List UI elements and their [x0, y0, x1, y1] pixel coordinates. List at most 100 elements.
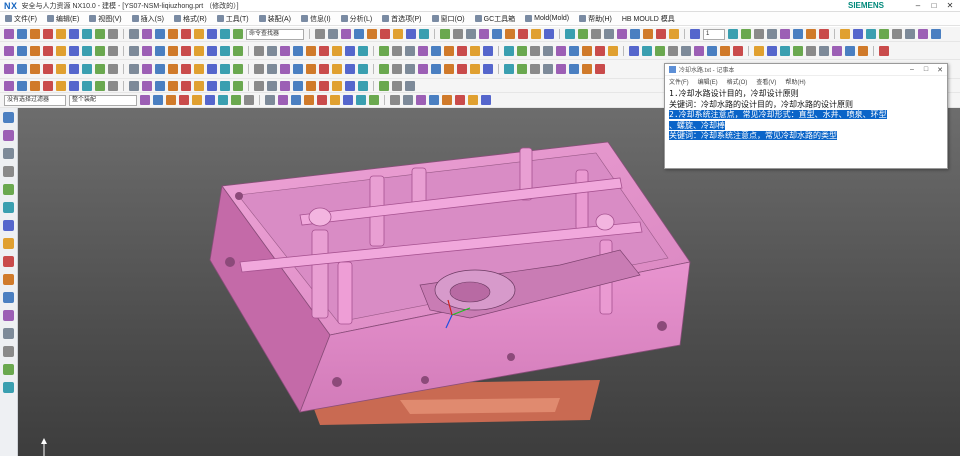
toolbar-tool-icon[interactable]	[168, 29, 178, 39]
toolbar-tool-icon[interactable]	[518, 29, 528, 39]
toolbar-tool-icon[interactable]	[220, 45, 230, 56]
toolbar-tool-icon[interactable]	[418, 64, 428, 74]
toolbar-tool-icon[interactable]	[354, 29, 364, 39]
notepad-text-area[interactable]: 1.冷却水路设计目的，冷却设计原则 关键词：冷却水路的设计目的，冷却水路的设计原…	[665, 87, 947, 144]
toolbar-tool-icon[interactable]	[291, 95, 301, 105]
toolbar-tool-icon[interactable]	[181, 80, 191, 91]
toolbar-tool-icon[interactable]	[406, 29, 416, 39]
resource-navigator-icon[interactable]	[3, 184, 14, 195]
toolbar-tool-icon[interactable]	[155, 45, 165, 56]
toolbar-tool-icon[interactable]	[267, 80, 277, 91]
toolbar-tool-icon[interactable]	[530, 64, 540, 74]
toolbar-tool-icon[interactable]	[582, 45, 592, 56]
toolbar-tool-icon[interactable]	[43, 29, 53, 39]
resource-navigator-icon[interactable]	[3, 202, 14, 213]
menu-tools[interactable]: 工具(T)	[212, 14, 254, 24]
notepad-menu-file[interactable]: 文件(F)	[669, 77, 689, 86]
toolbar-tool-icon[interactable]	[543, 45, 553, 56]
toolbar-tool-icon[interactable]	[194, 45, 204, 56]
minimize-button[interactable]: –	[914, 1, 922, 10]
toolbar-tool-icon[interactable]	[905, 29, 915, 39]
toolbar-tool-icon[interactable]	[728, 29, 738, 39]
toolbar-tool-icon[interactable]	[806, 45, 816, 56]
toolbar-tool-icon[interactable]	[556, 64, 566, 74]
resource-navigator-icon[interactable]	[3, 382, 14, 393]
toolbar-tool-icon[interactable]	[858, 45, 868, 56]
toolbar-tool-icon[interactable]	[56, 80, 66, 91]
menu-analysis[interactable]: 分析(L)	[336, 14, 378, 24]
notepad-menu-help[interactable]: 帮助(H)	[785, 77, 805, 86]
toolbar-tool-icon[interactable]	[457, 45, 467, 56]
toolbar-tool-icon[interactable]	[4, 45, 14, 56]
toolbar-tool-icon[interactable]	[429, 95, 439, 105]
toolbar-tool-icon[interactable]	[205, 95, 215, 105]
toolbar-tool-icon[interactable]	[95, 64, 105, 74]
toolbar-tool-icon[interactable]	[95, 45, 105, 56]
toolbar-tool-icon[interactable]	[69, 29, 79, 39]
toolbar-tool-icon[interactable]	[220, 80, 230, 91]
toolbar-tool-icon[interactable]	[30, 29, 40, 39]
toolbar-tool-icon[interactable]	[231, 95, 241, 105]
toolbar-tool-icon[interactable]	[17, 45, 27, 56]
toolbar-tool-icon[interactable]	[466, 29, 476, 39]
toolbar-tool-icon[interactable]	[780, 29, 790, 39]
menu-insert[interactable]: 插入(S)	[127, 14, 169, 24]
toolbar-tool-icon[interactable]	[17, 29, 27, 39]
toolbar-tool-icon[interactable]	[192, 95, 202, 105]
toolbar-tool-icon[interactable]	[504, 45, 514, 56]
toolbar-tool-icon[interactable]	[330, 95, 340, 105]
maximize-button[interactable]: □	[930, 1, 938, 10]
toolbar-tool-icon[interactable]	[853, 29, 863, 39]
toolbar-tool-icon[interactable]	[392, 45, 402, 56]
menu-mold[interactable]: Mold(Mold)	[520, 15, 574, 22]
toolbar-tool-icon[interactable]	[319, 80, 329, 91]
toolbar-tool-icon[interactable]	[479, 29, 489, 39]
toolbar-tool-icon[interactable]	[142, 80, 152, 91]
toolbar-tool-icon[interactable]	[4, 80, 14, 91]
toolbar-tool-icon[interactable]	[345, 80, 355, 91]
toolbar-tool-icon[interactable]	[767, 45, 777, 56]
toolbar-tool-icon[interactable]	[278, 95, 288, 105]
toolbar-tool-icon[interactable]	[504, 64, 514, 74]
toolbar-tool-icon[interactable]	[108, 29, 118, 39]
toolbar-tool-icon[interactable]	[233, 80, 243, 91]
toolbar-tool-icon[interactable]	[457, 64, 467, 74]
toolbar-tool-icon[interactable]	[442, 95, 452, 105]
toolbar-tool-icon[interactable]	[565, 29, 575, 39]
menu-view[interactable]: 视图(V)	[84, 14, 126, 24]
toolbar-tool-icon[interactable]	[492, 29, 502, 39]
toolbar-tool-icon[interactable]	[328, 29, 338, 39]
toolbar-tool-icon[interactable]	[358, 80, 368, 91]
toolbar-tool-icon[interactable]	[681, 45, 691, 56]
toolbar-tool-icon[interactable]	[244, 95, 254, 105]
toolbar-tool-icon[interactable]	[317, 95, 327, 105]
toolbar-tool-icon[interactable]	[181, 29, 191, 39]
resource-navigator-icon[interactable]	[3, 256, 14, 267]
menu-assembly[interactable]: 装配(A)	[254, 14, 296, 24]
toolbar-tool-icon[interactable]	[517, 45, 527, 56]
toolbar-tool-icon[interactable]	[108, 80, 118, 91]
toolbar-tool-icon[interactable]	[405, 80, 415, 91]
resource-navigator-icon[interactable]	[3, 274, 14, 285]
toolbar-tool-icon[interactable]	[358, 45, 368, 56]
selection-scope-select[interactable]: 整个装配	[69, 94, 137, 106]
toolbar-tool-icon[interactable]	[393, 29, 403, 39]
toolbar-tool-icon[interactable]	[43, 80, 53, 91]
toolbar-tool-icon[interactable]	[431, 64, 441, 74]
menu-help[interactable]: 帮助(H)	[574, 14, 617, 24]
toolbar-tool-icon[interactable]	[380, 29, 390, 39]
toolbar-tool-icon[interactable]	[194, 80, 204, 91]
toolbar-tool-icon[interactable]	[517, 64, 527, 74]
toolbar-tool-icon[interactable]	[569, 45, 579, 56]
toolbar-tool-icon[interactable]	[556, 45, 566, 56]
menu-format[interactable]: 格式(R)	[169, 14, 212, 24]
toolbar-tool-icon[interactable]	[845, 45, 855, 56]
toolbar-tool-icon[interactable]	[43, 64, 53, 74]
toolbar-tool-icon[interactable]	[293, 45, 303, 56]
toolbar-tool-icon[interactable]	[367, 29, 377, 39]
toolbar-tool-icon[interactable]	[218, 95, 228, 105]
toolbar-tool-icon[interactable]	[668, 45, 678, 56]
toolbar-tool-icon[interactable]	[319, 45, 329, 56]
toolbar-tool-icon[interactable]	[30, 80, 40, 91]
toolbar-tool-icon[interactable]	[168, 45, 178, 56]
